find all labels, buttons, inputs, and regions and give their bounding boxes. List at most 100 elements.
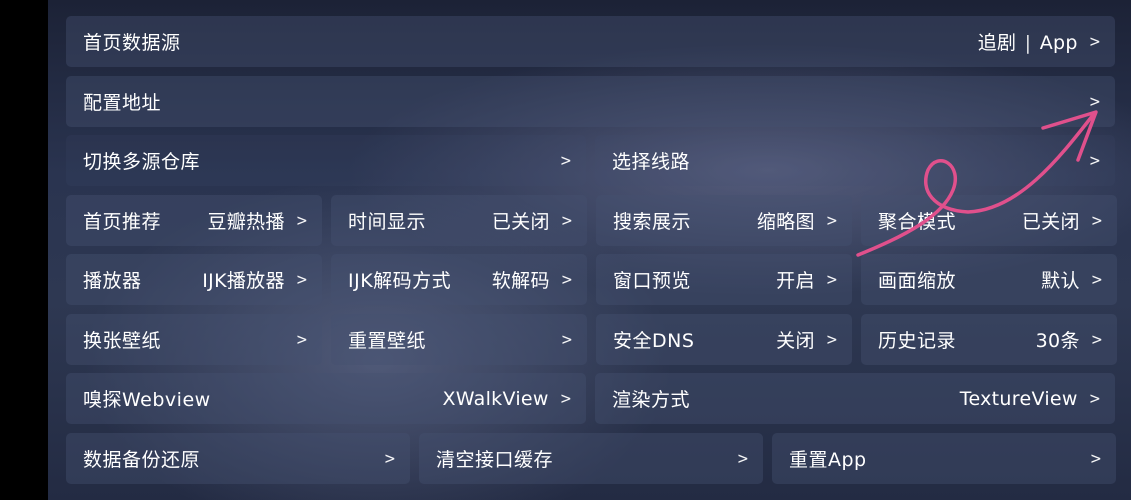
settings-row-3: 切换多源仓库 > 选择线路 >: [66, 135, 1115, 186]
homepage-source-label: 首页数据源: [83, 32, 181, 54]
switch-repo-right: >: [561, 151, 571, 171]
reset-app-right: >: [1091, 449, 1101, 469]
change-wallpaper-label: 换张壁纸: [83, 330, 162, 352]
ijk-decode-value: 软解码: [491, 270, 550, 292]
annotation-arrow-overlay: [856, 110, 1098, 257]
search-display-label: 搜索展示: [613, 211, 692, 233]
player-label: 播放器: [83, 270, 142, 292]
reset-wallpaper-label: 重置壁纸: [348, 330, 427, 352]
settings-row-2: 配置地址 >: [66, 76, 1115, 127]
sniff-webview-item[interactable]: 嗅探Webview XWalkView >: [66, 373, 586, 424]
history-label: 历史记录: [878, 330, 957, 352]
select-route-item[interactable]: 选择线路 >: [595, 135, 1115, 186]
time-display-value: 已关闭: [491, 211, 550, 233]
data-backup-item[interactable]: 数据备份还原 >: [66, 433, 410, 484]
settings-row-1: 首页数据源 追剧 | App >: [66, 16, 1115, 67]
chevron-right-icon: >: [1091, 329, 1102, 350]
chevron-right-icon: >: [384, 448, 395, 469]
time-display-right: 已关闭 >: [492, 207, 572, 234]
chevron-right-icon: >: [560, 150, 571, 171]
window-preview-value: 开启: [776, 270, 815, 292]
chevron-right-icon: >: [1089, 31, 1100, 52]
homepage-source-value-b: App: [1039, 32, 1078, 54]
render-mode-right: TextureView >: [960, 388, 1100, 410]
settings-row-8: 数据备份还原 > 清空接口缓存 > 重置App >: [66, 433, 1116, 484]
switch-repo-item[interactable]: 切换多源仓库 >: [66, 135, 586, 186]
chevron-right-icon: >: [1089, 150, 1100, 171]
aggregate-mode-right: 已关闭 >: [1022, 207, 1102, 234]
time-display-label: 时间显示: [348, 211, 427, 233]
chevron-right-icon: >: [296, 329, 307, 350]
history-value: 30条: [1035, 330, 1080, 352]
data-backup-right: >: [385, 449, 395, 469]
sniff-webview-right: XWalkView >: [442, 388, 571, 410]
render-mode-item[interactable]: 渲染方式 TextureView >: [595, 373, 1115, 424]
window-preview-item[interactable]: 窗口预览 开启 >: [596, 254, 852, 305]
config-address-label: 配置地址: [83, 92, 162, 114]
chevron-right-icon: >: [560, 388, 571, 409]
homepage-source-value-a: 追剧: [977, 32, 1017, 54]
ijk-decode-right: 软解码 >: [492, 266, 572, 293]
chevron-right-icon: >: [561, 329, 572, 350]
change-wallpaper-right: >: [297, 330, 307, 350]
ijk-decode-item[interactable]: IJK解码方式 软解码 >: [331, 254, 587, 305]
change-wallpaper-item[interactable]: 换张壁纸 >: [66, 314, 322, 365]
chevron-right-icon: >: [1091, 210, 1102, 231]
screen-scale-value: 默认: [1041, 270, 1080, 292]
aggregate-mode-item[interactable]: 聚合模式 已关闭 >: [861, 195, 1117, 246]
secure-dns-value: 关闭: [776, 330, 815, 352]
search-display-item[interactable]: 搜索展示 缩略图 >: [596, 195, 852, 246]
clear-cache-item[interactable]: 清空接口缓存 >: [419, 433, 763, 484]
settings-screen: 首页数据源 追剧 | App > 配置地址 > 切换多源仓库 > 选择线路 > …: [48, 0, 1131, 500]
secure-dns-right: 关闭 >: [776, 326, 837, 353]
chevron-right-icon: >: [826, 210, 837, 231]
aggregate-mode-label: 聚合模式: [878, 211, 957, 233]
secure-dns-label: 安全DNS: [613, 330, 695, 352]
history-item[interactable]: 历史记录 30条 >: [861, 314, 1117, 365]
chevron-right-icon: >: [296, 210, 307, 231]
select-route-right: >: [1090, 151, 1100, 171]
homepage-source-right: 追剧 | App >: [978, 28, 1100, 55]
search-display-right: 缩略图 >: [757, 207, 837, 234]
time-display-item[interactable]: 时间显示 已关闭 >: [331, 195, 587, 246]
chevron-right-icon: >: [561, 269, 572, 290]
settings-row-6: 换张壁纸 > 重置壁纸 > 安全DNS 关闭 > 历史记录 30条 >: [66, 314, 1117, 365]
player-item[interactable]: 播放器 IJK播放器 >: [66, 254, 322, 305]
homepage-source-item[interactable]: 首页数据源 追剧 | App >: [66, 16, 1115, 67]
render-mode-value: TextureView: [959, 387, 1078, 410]
home-recommend-label: 首页推荐: [83, 211, 162, 233]
settings-row-5: 播放器 IJK播放器 > IJK解码方式 软解码 > 窗口预览 开启 > 画面缩…: [66, 254, 1117, 305]
config-address-item[interactable]: 配置地址 >: [66, 76, 1115, 127]
clear-cache-label: 清空接口缓存: [436, 449, 554, 471]
reset-wallpaper-right: >: [562, 330, 572, 350]
clear-cache-right: >: [738, 449, 748, 469]
chevron-right-icon: >: [1091, 269, 1102, 290]
home-recommend-value: 豆瓣热播: [207, 211, 285, 233]
select-route-label: 选择线路: [612, 151, 691, 173]
data-backup-label: 数据备份还原: [83, 449, 201, 471]
secure-dns-item[interactable]: 安全DNS 关闭 >: [596, 314, 852, 365]
chevron-right-icon: >: [1089, 388, 1100, 409]
ijk-decode-label: IJK解码方式: [348, 270, 452, 292]
reset-wallpaper-item[interactable]: 重置壁纸 >: [331, 314, 587, 365]
home-recommend-item[interactable]: 首页推荐 豆瓣热播 >: [66, 195, 322, 246]
homepage-source-separator: |: [1024, 32, 1032, 54]
sniff-webview-value: XWalkView: [442, 387, 549, 410]
settings-row-4: 首页推荐 豆瓣热播 > 时间显示 已关闭 > 搜索展示 缩略图 > 聚合模式 已…: [66, 195, 1117, 246]
screen-scale-right: 默认 >: [1041, 266, 1102, 293]
home-recommend-right: 豆瓣热播 >: [208, 207, 307, 234]
aggregate-mode-value: 已关闭: [1021, 211, 1080, 233]
chevron-right-icon: >: [737, 448, 748, 469]
window-preview-label: 窗口预览: [613, 270, 692, 292]
player-value: IJK播放器: [202, 270, 285, 292]
render-mode-label: 渲染方式: [612, 389, 691, 411]
chevron-right-icon: >: [826, 269, 837, 290]
window-preview-right: 开启 >: [776, 266, 837, 293]
history-right: 30条 >: [1036, 326, 1102, 353]
chevron-right-icon: >: [1090, 448, 1101, 469]
reset-app-item[interactable]: 重置App >: [772, 433, 1116, 484]
chevron-right-icon: >: [561, 210, 572, 231]
sniff-webview-label: 嗅探Webview: [83, 389, 211, 411]
screen-scale-label: 画面缩放: [878, 270, 957, 292]
screen-scale-item[interactable]: 画面缩放 默认 >: [861, 254, 1117, 305]
